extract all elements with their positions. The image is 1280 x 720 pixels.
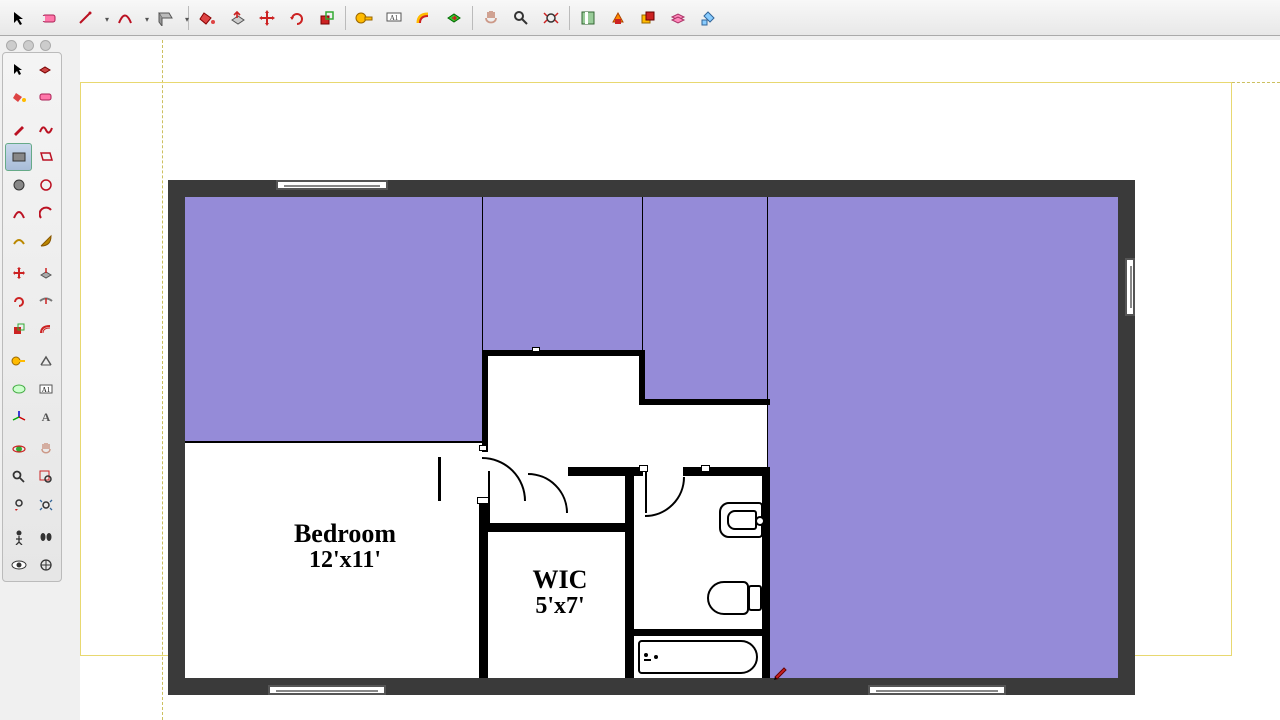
- zoom-window-icon[interactable]: [32, 463, 59, 491]
- zoom-tool[interactable]: [507, 4, 535, 32]
- wic-dim: 5'x7': [495, 593, 625, 620]
- scale-tool[interactable]: [313, 4, 341, 32]
- window-bottom-left: [268, 685, 386, 695]
- move-icon[interactable]: [5, 259, 32, 287]
- arc-tool[interactable]: [106, 4, 144, 32]
- rotate-tool[interactable]: [283, 4, 311, 32]
- region-top-left: [185, 197, 483, 442]
- followme-icon[interactable]: [32, 287, 59, 315]
- rotated-rect-icon[interactable]: [32, 143, 59, 171]
- components-tool[interactable]: [634, 4, 662, 32]
- window-right: [1125, 258, 1135, 316]
- window-bottom-right: [868, 685, 1006, 695]
- region-top-mid: [483, 197, 643, 352]
- floor-plan: Bedroom 12'x11' WIC 5'x7': [168, 180, 1135, 695]
- rectangle-icon[interactable]: [5, 143, 32, 171]
- section-plane-tool[interactable]: [574, 4, 602, 32]
- bedroom-dim: 12'x11': [245, 547, 445, 574]
- select-tool[interactable]: [6, 4, 34, 32]
- close-dot[interactable]: [6, 40, 17, 51]
- circle-icon[interactable]: [5, 171, 32, 199]
- cursor-pencil: [773, 663, 791, 681]
- svg-text:A1: A1: [41, 386, 50, 394]
- toilet: [707, 581, 762, 615]
- follow-me-tool[interactable]: [440, 4, 468, 32]
- pie-icon[interactable]: [32, 227, 59, 255]
- svg-text:A1: A1: [390, 14, 399, 22]
- max-dot[interactable]: [40, 40, 51, 51]
- bathtub: [634, 636, 762, 678]
- svg-text:A: A: [41, 410, 50, 424]
- eraser-icon[interactable]: [32, 83, 59, 111]
- layers-tool[interactable]: [664, 4, 692, 32]
- styles-tool[interactable]: [694, 4, 722, 32]
- dimension-tool[interactable]: A1: [380, 4, 408, 32]
- 3dtext-icon[interactable]: A: [32, 403, 59, 431]
- zoom-icon[interactable]: [5, 463, 32, 491]
- window-top: [276, 180, 388, 190]
- orbit-icon[interactable]: [5, 435, 32, 463]
- line-tool[interactable]: [66, 4, 104, 32]
- protractor-icon[interactable]: [32, 347, 59, 375]
- side-toolbar: A1 A: [2, 52, 62, 582]
- zoom-extents-tool[interactable]: [537, 4, 565, 32]
- rotate-icon[interactable]: [5, 287, 32, 315]
- section-icon[interactable]: [32, 551, 59, 579]
- guide-horizontal: [80, 82, 1280, 83]
- make-component-icon[interactable]: [32, 55, 59, 83]
- polygon-icon[interactable]: [32, 171, 59, 199]
- paint-bucket-tool[interactable]: [193, 4, 221, 32]
- sink: [719, 502, 763, 538]
- text-icon[interactable]: A1: [32, 375, 59, 403]
- wall: [482, 350, 645, 356]
- interior-area: Bedroom 12'x11' WIC 5'x7': [185, 197, 1118, 678]
- position-camera-icon[interactable]: [5, 523, 32, 551]
- tape-icon[interactable]: [5, 347, 32, 375]
- axes-icon[interactable]: [5, 403, 32, 431]
- offset-icon[interactable]: [32, 315, 59, 343]
- offset-tool[interactable]: [410, 4, 438, 32]
- wic-title: WIC: [495, 565, 625, 595]
- min-dot[interactable]: [23, 40, 34, 51]
- bedroom-title: Bedroom: [245, 519, 445, 549]
- pencil-icon[interactable]: [5, 115, 32, 143]
- pushpull-icon[interactable]: [32, 259, 59, 287]
- top-toolbar: A1: [0, 0, 1280, 36]
- window-controls: [6, 40, 51, 51]
- walk-icon[interactable]: [32, 523, 59, 551]
- outliner-tool[interactable]: [604, 4, 632, 32]
- 3pt-arc-icon[interactable]: [5, 227, 32, 255]
- zoom-prev-icon[interactable]: [5, 491, 32, 519]
- tape-measure-tool[interactable]: [350, 4, 378, 32]
- dimension-icon[interactable]: [5, 375, 32, 403]
- select-icon[interactable]: [5, 55, 32, 83]
- arc-icon[interactable]: [5, 199, 32, 227]
- scale-icon[interactable]: [5, 315, 32, 343]
- region-right: [768, 197, 1118, 678]
- region-top-mid2: [643, 197, 768, 401]
- guide-vertical: [162, 40, 163, 720]
- freehand-icon[interactable]: [32, 115, 59, 143]
- move-tool[interactable]: [253, 4, 281, 32]
- zoom-extents-icon[interactable]: [32, 491, 59, 519]
- paint-icon[interactable]: [5, 83, 32, 111]
- pan-icon[interactable]: [32, 435, 59, 463]
- drawing-canvas[interactable]: Bedroom 12'x11' WIC 5'x7': [80, 40, 1280, 720]
- eraser-tool[interactable]: [36, 4, 64, 32]
- pan-tool[interactable]: [477, 4, 505, 32]
- push-pull-tool[interactable]: [223, 4, 251, 32]
- rectangle-tool[interactable]: [146, 4, 184, 32]
- look-around-icon[interactable]: [5, 551, 32, 579]
- 2pt-arc-icon[interactable]: [32, 199, 59, 227]
